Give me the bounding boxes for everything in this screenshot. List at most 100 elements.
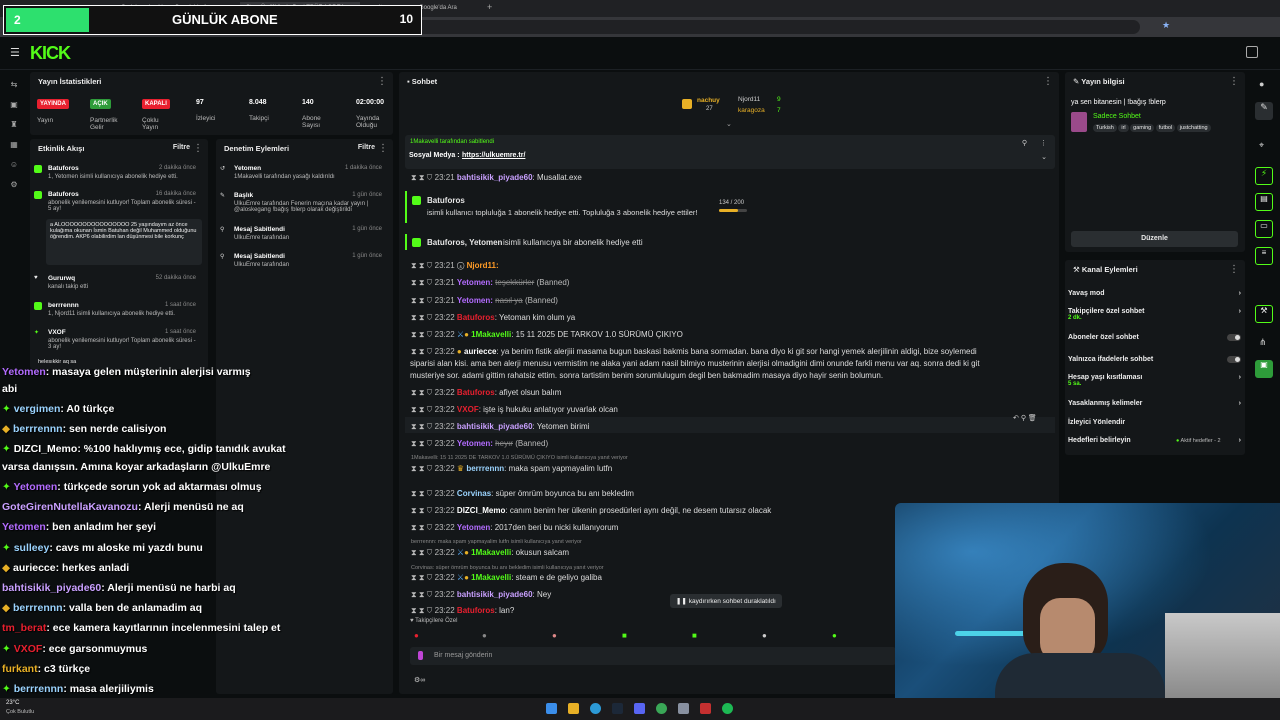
grid-icon[interactable]: ▦ xyxy=(9,140,19,149)
pin-icon[interactable]: ⚲ xyxy=(1021,415,1026,422)
msg-user[interactable]: Batuforos xyxy=(457,606,495,614)
settings-icon[interactable]: ⚙ xyxy=(9,180,19,189)
msg-user[interactable]: bahtisikik_piyade60 xyxy=(457,590,533,599)
start-icon[interactable] xyxy=(546,703,557,714)
delete-icon[interactable]: 🗑 xyxy=(1028,415,1037,422)
msg-user[interactable]: Batuforos xyxy=(457,313,495,322)
emote-icon[interactable]: ■ xyxy=(622,631,627,640)
chat-input[interactable]: Bir mesaj gönderin xyxy=(410,647,896,665)
more-icon[interactable]: ⋮ xyxy=(1043,76,1053,87)
msg-user[interactable]: Yetomen: xyxy=(457,296,493,305)
mic-icon[interactable] xyxy=(418,651,423,660)
toggle-switch[interactable] xyxy=(1227,356,1241,363)
category-name[interactable]: Sadece Sohbet xyxy=(1093,113,1141,120)
gifter-name: nachuy xyxy=(697,97,720,104)
panel-title: ⚒ Kanal Eylemleri xyxy=(1065,260,1245,278)
emote-icon[interactable]: ● xyxy=(832,631,837,640)
more-icon[interactable]: ⋮ xyxy=(377,76,387,87)
menu-icon[interactable]: ☰ xyxy=(10,46,20,59)
msg-user[interactable]: Yetomen xyxy=(457,523,490,532)
channel-action-banned-words[interactable]: Yasaklanmış kelimeler › xyxy=(1068,400,1243,407)
app-icon[interactable] xyxy=(700,703,711,714)
msg-text: nasıl ya xyxy=(495,296,523,305)
pin-icon: ⚲ xyxy=(220,254,225,260)
chevron-down-icon[interactable]: ⌄ xyxy=(726,120,732,128)
msg-user[interactable]: auriecce xyxy=(464,347,496,356)
new-tab-icon[interactable]: + xyxy=(487,2,492,12)
activity-text: kanalı takip etti xyxy=(48,284,89,290)
spotify-icon[interactable] xyxy=(722,703,733,714)
more-icon[interactable]: ⋮ xyxy=(1040,139,1047,147)
edit-icon[interactable]: ✎ xyxy=(1255,102,1273,120)
channel-action-raid[interactable]: İzleyici Yönlendir xyxy=(1068,419,1243,426)
emote-icon[interactable]: ● xyxy=(482,631,487,640)
wrench-icon[interactable]: ⚒ xyxy=(1255,305,1273,323)
msg-time: 23:22 xyxy=(434,330,455,339)
folder-icon[interactable] xyxy=(568,703,579,714)
poll-icon[interactable]: ≡ xyxy=(1255,247,1273,265)
msg-user[interactable]: VXOF xyxy=(457,405,479,414)
kick-logo[interactable]: KICK xyxy=(30,43,71,64)
msg-user[interactable]: 1Makavelli xyxy=(471,330,511,339)
more-icon[interactable]: ⋮ xyxy=(193,143,203,154)
chevron-down-icon[interactable]: ⌄ xyxy=(1041,153,1047,161)
pinned-link[interactable]: https://ulkuemre.tr/ xyxy=(462,152,525,159)
weather-temp[interactable]: 23°C xyxy=(6,700,19,706)
channel-action-subs-only[interactable]: Aboneler özel sohbet xyxy=(1068,334,1243,341)
flash-icon[interactable]: ⚡ xyxy=(1255,167,1273,185)
msg-user[interactable]: DIZCI_Memo xyxy=(457,506,505,515)
msg-user[interactable]: bahtisikik_piyade60 xyxy=(457,422,533,431)
emote-icon[interactable]: ● xyxy=(414,631,419,640)
star-icon[interactable]: ★ xyxy=(1162,20,1170,31)
settings-icon[interactable]: ⚙∞ xyxy=(414,676,425,684)
edit-button[interactable]: Düzenle xyxy=(1071,231,1238,247)
tag: gaming xyxy=(1130,124,1155,132)
trash-icon[interactable]: ▤ xyxy=(1255,193,1273,211)
emote-icon[interactable]: ● xyxy=(762,631,767,640)
more-icon[interactable]: ⋮ xyxy=(378,143,388,154)
reply-icon[interactable]: ↶ xyxy=(1013,415,1019,422)
more-icon[interactable]: ⋮ xyxy=(1229,76,1239,87)
msg-user[interactable]: Njord11: xyxy=(467,261,499,270)
popout-icon[interactable] xyxy=(1246,46,1258,58)
gift-user[interactable]: Batuforos xyxy=(427,196,465,205)
edge-icon[interactable] xyxy=(590,703,601,714)
discord-icon[interactable] xyxy=(634,703,645,714)
msg-user[interactable]: Yetomen: xyxy=(457,439,493,448)
follower-only-text: Takipçilere Özel xyxy=(415,618,458,624)
msg-user[interactable]: bahtisikik_piyade60 xyxy=(457,173,533,182)
emote-icon[interactable]: ■ xyxy=(692,631,697,640)
filter-button[interactable]: Filtre xyxy=(173,144,190,151)
tag: justchatting xyxy=(1176,124,1211,132)
channel-action-emotes-only[interactable]: Yalnızca ifadelerle sohbet xyxy=(1068,356,1243,363)
emote-icon[interactable]: ● xyxy=(552,631,557,640)
filter-button[interactable]: Filtre xyxy=(358,144,375,151)
channel-action-goals[interactable]: Hedefleri belirleyin ● Aktif hedefler - 2… xyxy=(1068,437,1243,444)
toggle-switch[interactable] xyxy=(1227,334,1241,341)
app-icon[interactable] xyxy=(678,703,689,714)
users-icon[interactable]: ☺ xyxy=(9,160,19,169)
msg-user[interactable]: Batuforos xyxy=(457,388,495,397)
trophy-icon[interactable]: ♜ xyxy=(9,120,19,129)
msg-user[interactable]: 1Makavelli xyxy=(471,573,511,582)
gift-user[interactable]: Batuforos, Yetomen xyxy=(427,238,502,247)
info-icon[interactable]: ● xyxy=(1259,79,1264,89)
steam-icon[interactable] xyxy=(612,703,623,714)
target-icon[interactable]: ⌖ xyxy=(1259,140,1264,151)
channel-action-account-age[interactable]: Hesap yaşı kısıtlaması 5 sa. › xyxy=(1068,374,1243,387)
chat-paused-button[interactable]: ❚❚ kaydırırken sohbet duraklatıldı xyxy=(670,594,782,608)
msg-user[interactable]: berrrennn xyxy=(466,464,504,473)
channel-action-slow-mode[interactable]: Yavaş mod › xyxy=(1068,290,1243,297)
chat-icon[interactable]: ▭ xyxy=(1255,220,1273,238)
msg-user[interactable]: Yetomen: xyxy=(457,278,493,287)
share-icon[interactable]: ⋔ xyxy=(1259,337,1267,348)
collapse-icon[interactable]: ⇆ xyxy=(9,80,19,89)
clip-icon[interactable]: ▣ xyxy=(1255,360,1273,378)
pin-icon[interactable]: ⚲ xyxy=(1022,139,1027,147)
msg-user[interactable]: 1Makavelli xyxy=(471,548,511,557)
dashboard-icon[interactable]: ▣ xyxy=(9,100,19,109)
more-icon[interactable]: ⋮ xyxy=(1229,264,1239,275)
channel-action-followers-only[interactable]: Takipçilere özel sohbet 2 dk. › xyxy=(1068,308,1243,321)
chrome-icon[interactable] xyxy=(656,703,667,714)
msg-user[interactable]: Corvinas xyxy=(457,489,491,498)
